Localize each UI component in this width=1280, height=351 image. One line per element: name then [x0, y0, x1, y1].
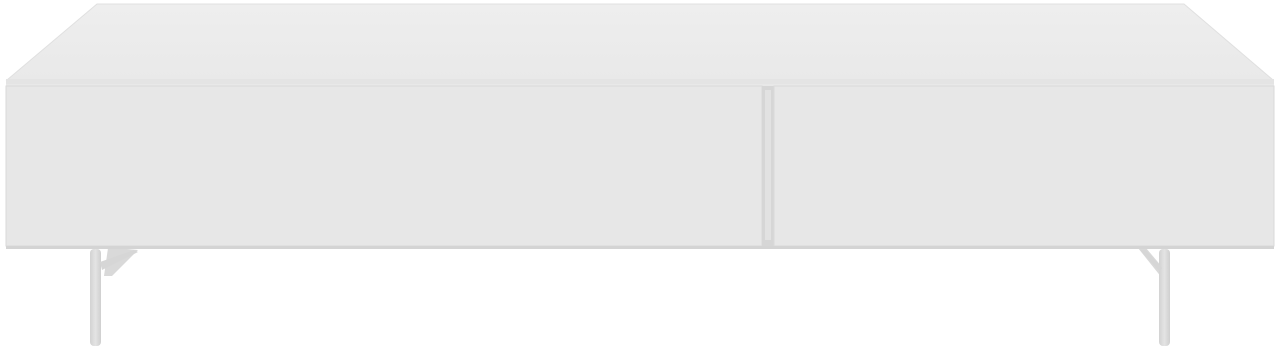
drawer-gap-highlight — [765, 90, 771, 240]
bench-top-surface — [5, 3, 1275, 81]
drawer-right — [773, 85, 1275, 247]
front-leg-left — [90, 249, 138, 346]
drawer-left — [5, 85, 763, 247]
tv-bench-illustration — [5, 3, 1275, 346]
front-leg-right — [1140, 249, 1170, 346]
bench-bottom-edge — [6, 246, 1274, 249]
product-image — [0, 0, 1280, 351]
